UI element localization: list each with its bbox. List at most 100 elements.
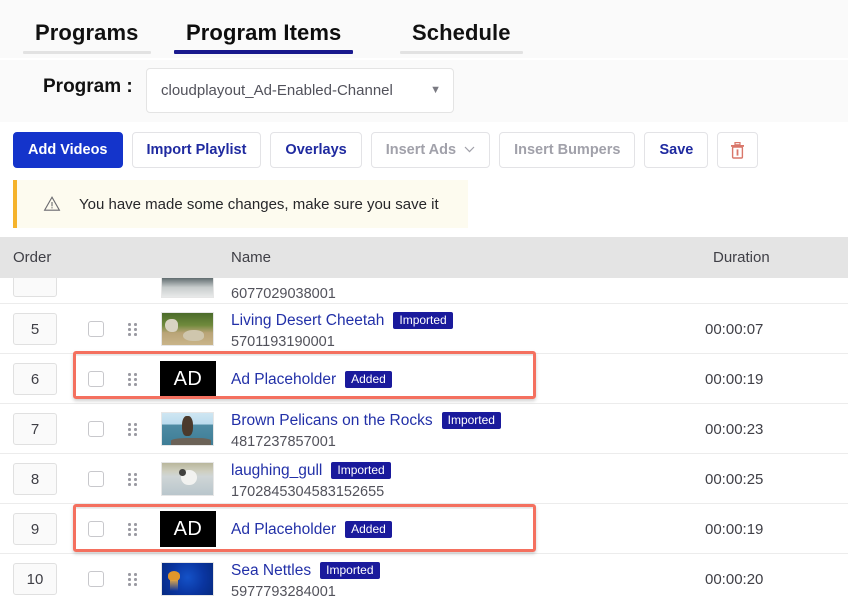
video-thumbnail[interactable] (161, 278, 214, 298)
table-row[interactable]: 9 AD Ad Placeholder Added 00:00:19 (0, 504, 848, 554)
row-checkbox[interactable] (88, 571, 104, 587)
item-id: 6077029038001 (231, 286, 336, 302)
video-thumbnail[interactable] (161, 412, 214, 446)
chevron-down-glyph (464, 146, 475, 153)
drag-handle-icon[interactable] (128, 373, 137, 385)
video-thumbnail[interactable] (161, 562, 214, 596)
save-button[interactable]: Save (644, 132, 708, 168)
drag-handle-icon[interactable] (128, 523, 137, 535)
order-number[interactable]: 7 (13, 413, 57, 445)
table-row[interactable]: 6 AD Ad Placeholder Added 00:00:19 (0, 354, 848, 404)
item-title[interactable]: laughing_gull (231, 462, 322, 480)
row-drag-shadow (76, 352, 534, 356)
order-number[interactable]: 8 (13, 463, 57, 495)
status-badge: Imported (393, 312, 452, 330)
order-number[interactable] (13, 278, 57, 297)
tab-underline (400, 51, 523, 54)
item-title[interactable]: Ad Placeholder (231, 371, 336, 389)
item-name-cell: Ad Placeholder Added (231, 519, 392, 540)
status-badge: Added (345, 521, 392, 539)
table-header: Order Name Duration (0, 237, 848, 278)
tab-bar: Programs Program Items Schedule (0, 0, 848, 58)
item-id: 5701193190001 (231, 334, 453, 350)
item-id: 4817237857001 (231, 434, 501, 450)
item-duration: 00:00:20 (705, 571, 763, 588)
tab-underline (23, 51, 151, 54)
item-title-line: Sea Nettles Imported (231, 560, 380, 581)
chevron-down-icon (464, 145, 475, 156)
column-header-order[interactable]: Order (13, 249, 51, 266)
status-badge: Imported (442, 412, 501, 430)
item-title[interactable]: Brown Pelicans on the Rocks (231, 412, 433, 430)
item-title-line: Brown Pelicans on the Rocks Imported (231, 410, 501, 431)
chevron-down-icon: ▼ (430, 85, 441, 96)
ad-thumbnail-label: AD (174, 368, 203, 391)
ad-placeholder-thumbnail[interactable]: AD (160, 511, 216, 547)
tab-programs[interactable]: Programs (35, 20, 139, 54)
item-title-line: Ad Placeholder Added (231, 369, 392, 390)
video-thumbnail[interactable] (161, 312, 214, 346)
column-header-duration[interactable]: Duration (713, 249, 770, 266)
warning-triangle-icon (43, 195, 61, 213)
row-checkbox[interactable] (88, 371, 104, 387)
ad-thumbnail-label: AD (174, 518, 203, 541)
row-checkbox[interactable] (88, 521, 104, 537)
item-duration: 00:00:23 (705, 421, 763, 438)
program-select[interactable]: cloudplayout_Ad-Enabled-Channel ▼ (146, 68, 454, 113)
tab-program-items-label: Program Items (186, 20, 341, 45)
unsaved-changes-text: You have made some changes, make sure yo… (79, 196, 439, 213)
item-title-line (231, 278, 336, 283)
overlays-button[interactable]: Overlays (270, 132, 361, 168)
program-select-value: cloudplayout_Ad-Enabled-Channel (161, 82, 393, 99)
order-number[interactable]: 6 (13, 363, 57, 395)
column-header-name[interactable]: Name (231, 249, 271, 266)
item-title-line: laughing_gull Imported (231, 460, 391, 481)
program-label: Program : (43, 76, 133, 98)
add-videos-button[interactable]: Add Videos (13, 132, 123, 168)
insert-bumpers-button[interactable]: Insert Bumpers (499, 132, 635, 168)
row-checkbox[interactable] (88, 321, 104, 337)
order-number[interactable]: 10 (13, 563, 57, 595)
drag-handle-icon[interactable] (128, 473, 137, 485)
item-title-line: Living Desert Cheetah Imported (231, 310, 453, 331)
table-row[interactable]: 6077029038001 (0, 278, 848, 304)
drag-handle-icon[interactable] (128, 323, 137, 335)
item-title[interactable]: Ad Placeholder (231, 521, 336, 539)
tab-program-items[interactable]: Program Items (186, 20, 341, 54)
item-duration: 00:00:25 (705, 471, 763, 488)
item-duration: 00:00:19 (705, 371, 763, 388)
row-checkbox[interactable] (88, 471, 104, 487)
row-drag-shadow (76, 505, 534, 509)
action-toolbar: Add Videos Import Playlist Overlays Inse… (13, 132, 767, 168)
drag-handle-icon[interactable] (128, 573, 137, 585)
ad-placeholder-thumbnail[interactable]: AD (160, 361, 216, 397)
status-badge: Imported (331, 462, 390, 480)
import-playlist-label: Import Playlist (147, 142, 247, 158)
program-items-table: 6077029038001 5 Living Desert Cheetah Im… (0, 278, 848, 598)
warning-triangle-glyph (43, 195, 61, 213)
item-title[interactable]: Sea Nettles (231, 562, 311, 580)
item-name-cell: 6077029038001 (231, 278, 336, 302)
tab-programs-label: Programs (35, 20, 139, 45)
item-id: 1702845304583152655 (231, 484, 391, 500)
order-number[interactable]: 9 (13, 513, 57, 545)
table-row[interactable]: 7 Brown Pelicans on the Rocks Imported 4… (0, 404, 848, 454)
import-playlist-button[interactable]: Import Playlist (132, 132, 262, 168)
order-number[interactable]: 5 (13, 313, 57, 345)
trash-icon (730, 142, 745, 159)
video-thumbnail[interactable] (161, 462, 214, 496)
table-row[interactable]: 8 laughing_gull Imported 170284530458315… (0, 454, 848, 504)
table-row[interactable]: 10 Sea Nettles Imported 5977793284001 00… (0, 554, 848, 598)
unsaved-changes-banner: You have made some changes, make sure yo… (13, 180, 468, 228)
tab-schedule-label: Schedule (412, 20, 511, 45)
table-row[interactable]: 5 Living Desert Cheetah Imported 5701193… (0, 304, 848, 354)
insert-ads-label: Insert Ads (386, 142, 456, 158)
drag-handle-icon[interactable] (128, 423, 137, 435)
status-badge: Imported (320, 562, 379, 580)
add-videos-label: Add Videos (28, 142, 108, 158)
item-title[interactable]: Living Desert Cheetah (231, 312, 384, 330)
delete-button[interactable] (717, 132, 758, 168)
insert-ads-button[interactable]: Insert Ads (371, 132, 490, 168)
row-checkbox[interactable] (88, 421, 104, 437)
tab-schedule[interactable]: Schedule (412, 20, 511, 54)
